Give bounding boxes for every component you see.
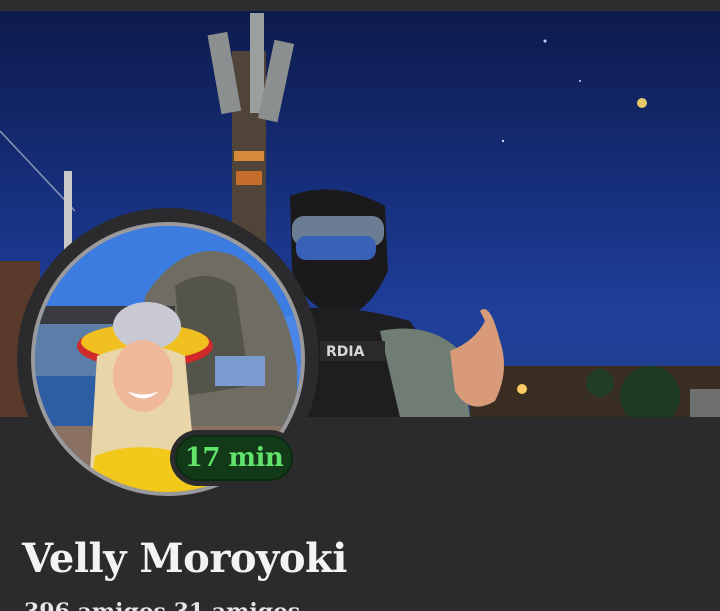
last-active-badge: 17 min bbox=[170, 430, 298, 486]
profile-name: Velly Moroyoki bbox=[22, 535, 347, 582]
svg-text:RDIA: RDIA bbox=[326, 344, 365, 360]
last-active-label: 17 min bbox=[175, 435, 293, 481]
